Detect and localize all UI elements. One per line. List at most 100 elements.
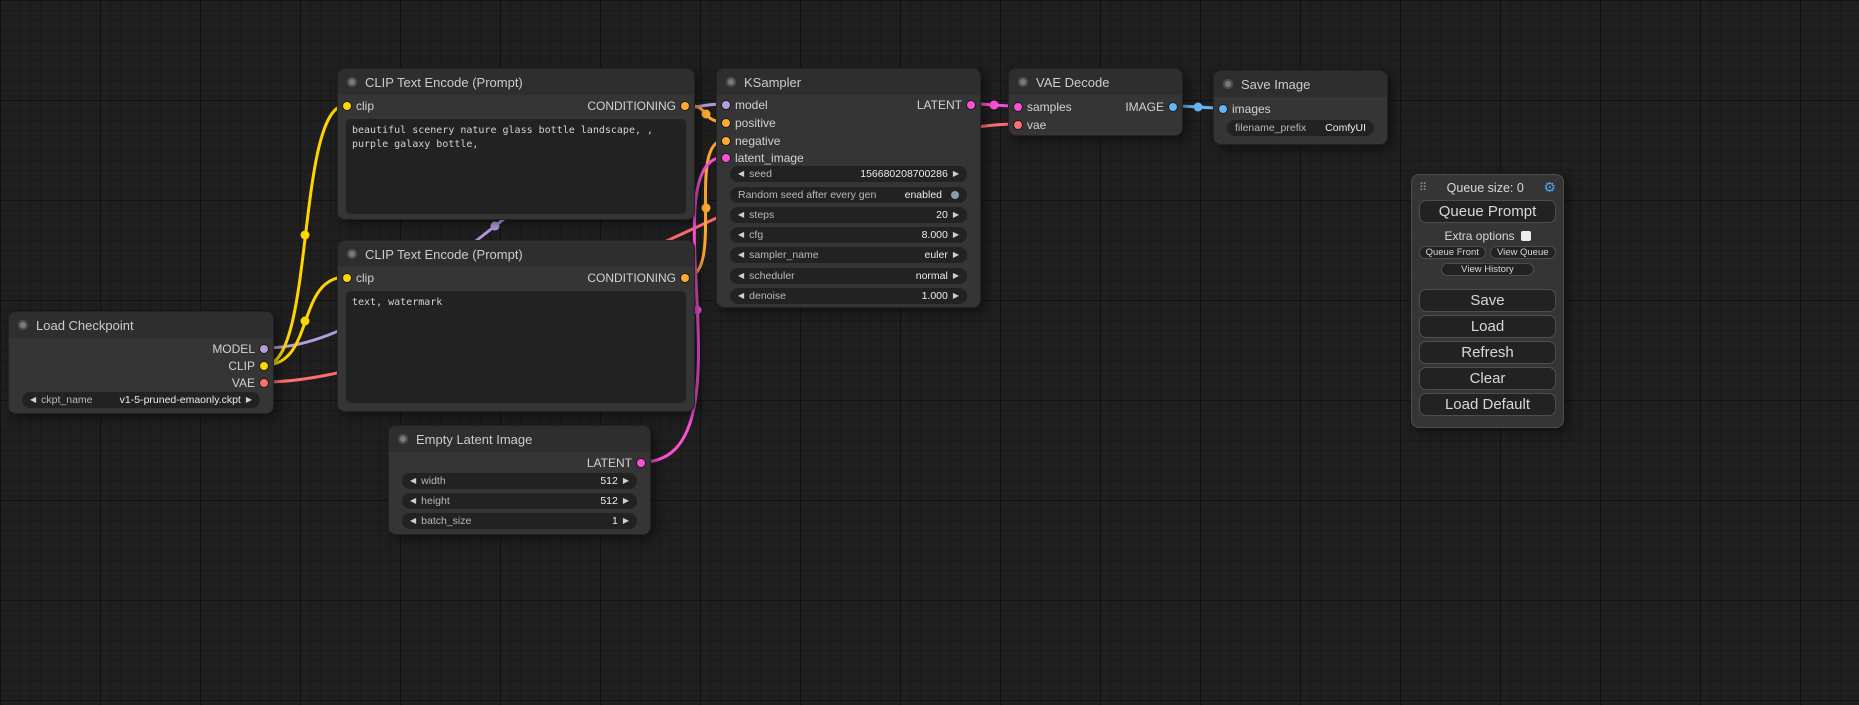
widget-denoise[interactable]: ◀ denoise 1.000 ▶ <box>730 288 967 304</box>
latent-output-dot[interactable] <box>967 101 975 109</box>
decrement-arrow-icon[interactable]: ◀ <box>738 231 744 239</box>
increment-arrow-icon[interactable]: ▶ <box>623 497 629 505</box>
output-slot-image: IMAGE <box>1125 99 1177 115</box>
input-slot-latent-image: latent_image <box>722 150 804 166</box>
increment-arrow-icon[interactable]: ▶ <box>623 477 629 485</box>
model-output-dot[interactable] <box>260 345 268 353</box>
node-vae-decode[interactable]: VAE Decode samples vae IMAGE <box>1008 68 1183 136</box>
latent-output-dot[interactable] <box>637 459 645 467</box>
node-ksampler[interactable]: KSampler model positive negative latent_… <box>716 68 981 308</box>
widget-filename-prefix[interactable]: filename_prefix ComfyUI <box>1227 120 1374 136</box>
collapse-dot-icon[interactable] <box>1223 79 1233 89</box>
clip-input-dot[interactable] <box>343 102 351 110</box>
node-title: CLIP Text Encode (Prompt) <box>365 75 523 90</box>
decrement-arrow-icon[interactable]: ◀ <box>30 396 36 404</box>
node-title-bar[interactable]: Load Checkpoint <box>9 312 273 338</box>
node-clip-text-encode-positive[interactable]: CLIP Text Encode (Prompt) clip CONDITION… <box>337 68 695 220</box>
decrement-arrow-icon[interactable]: ◀ <box>738 292 744 300</box>
collapse-dot-icon[interactable] <box>398 434 408 444</box>
image-output-dot[interactable] <box>1169 103 1177 111</box>
widget-steps[interactable]: ◀ steps 20 ▶ <box>730 207 967 223</box>
vae-input-dot[interactable] <box>1014 121 1022 129</box>
conditioning-output-dot[interactable] <box>681 274 689 282</box>
collapse-dot-icon[interactable] <box>347 249 357 259</box>
comfyui-canvas[interactable]: { "colors": { "model": "#B39DDB", "clip"… <box>0 0 1859 705</box>
widget-scheduler[interactable]: ◀ scheduler normal ▶ <box>730 268 967 284</box>
node-load-checkpoint[interactable]: Load Checkpoint MODEL CLIP VAE ◀ ckpt_na… <box>8 311 274 414</box>
node-title-bar[interactable]: VAE Decode <box>1009 69 1182 95</box>
node-title-bar[interactable]: CLIP Text Encode (Prompt) <box>338 241 694 267</box>
view-history-button[interactable]: View History <box>1441 263 1535 276</box>
widget-seed[interactable]: ◀ seed 156680208700286 ▶ <box>730 166 967 182</box>
vae-output-dot[interactable] <box>260 379 268 387</box>
decrement-arrow-icon[interactable]: ◀ <box>738 272 744 280</box>
slot-label: MODEL <box>212 342 255 356</box>
increment-arrow-icon[interactable]: ▶ <box>953 251 959 259</box>
output-slot-clip: CLIP <box>228 358 268 374</box>
input-slot-vae: vae <box>1014 117 1046 133</box>
clear-button[interactable]: Clear <box>1419 367 1556 390</box>
node-title-bar[interactable]: Empty Latent Image <box>389 426 650 452</box>
decrement-arrow-icon[interactable]: ◀ <box>410 477 416 485</box>
decrement-arrow-icon[interactable]: ◀ <box>738 251 744 259</box>
increment-arrow-icon[interactable]: ▶ <box>623 517 629 525</box>
extra-options-checkbox[interactable] <box>1521 231 1531 241</box>
queue-front-button[interactable]: Queue Front <box>1419 246 1486 259</box>
load-button[interactable]: Load <box>1419 315 1556 338</box>
samples-input-dot[interactable] <box>1014 103 1022 111</box>
node-title-bar[interactable]: Save Image <box>1214 71 1387 97</box>
increment-arrow-icon[interactable]: ▶ <box>953 292 959 300</box>
node-title-bar[interactable]: CLIP Text Encode (Prompt) <box>338 69 694 95</box>
decrement-arrow-icon[interactable]: ◀ <box>738 211 744 219</box>
node-save-image[interactable]: Save Image images filename_prefix ComfyU… <box>1213 70 1388 145</box>
widget-label: steps <box>749 209 774 221</box>
collapse-dot-icon[interactable] <box>726 77 736 87</box>
images-input-dot[interactable] <box>1219 105 1227 113</box>
widget-control-after-generate[interactable]: Random seed after every gen enabled <box>730 187 967 203</box>
decrement-arrow-icon[interactable]: ◀ <box>738 170 744 178</box>
increment-arrow-icon[interactable]: ▶ <box>953 272 959 280</box>
collapse-dot-icon[interactable] <box>18 320 28 330</box>
widget-ckpt-name[interactable]: ◀ ckpt_name v1-5-pruned-emaonly.ckpt ▶ <box>22 392 260 408</box>
increment-arrow-icon[interactable]: ▶ <box>953 211 959 219</box>
node-title-bar[interactable]: KSampler <box>717 69 980 95</box>
widget-batch-size[interactable]: ◀ batch_size 1 ▶ <box>402 513 637 529</box>
increment-arrow-icon[interactable]: ▶ <box>953 231 959 239</box>
collapse-dot-icon[interactable] <box>347 77 357 87</box>
widget-value: euler <box>924 249 947 261</box>
negative-prompt-textarea[interactable]: text, watermark <box>346 291 686 403</box>
decrement-arrow-icon[interactable]: ◀ <box>410 497 416 505</box>
decrement-arrow-icon[interactable]: ◀ <box>410 517 416 525</box>
increment-arrow-icon[interactable]: ▶ <box>246 396 252 404</box>
clip-output-dot[interactable] <box>260 362 268 370</box>
positive-prompt-textarea[interactable]: beautiful scenery nature glass bottle la… <box>346 119 686 214</box>
node-clip-text-encode-negative[interactable]: CLIP Text Encode (Prompt) clip CONDITION… <box>337 240 695 412</box>
node-title: Load Checkpoint <box>36 318 134 333</box>
link-midpoint-dot <box>702 110 711 119</box>
widget-sampler-name[interactable]: ◀ sampler_name euler ▶ <box>730 247 967 263</box>
conditioning-output-dot[interactable] <box>681 102 689 110</box>
drag-handle-icon[interactable]: ⠿ <box>1419 181 1427 194</box>
load-default-button[interactable]: Load Default <box>1419 393 1556 416</box>
queue-prompt-button[interactable]: Queue Prompt <box>1419 200 1556 223</box>
widget-label: batch_size <box>421 515 471 527</box>
positive-input-dot[interactable] <box>722 119 730 127</box>
latent-image-input-dot[interactable] <box>722 154 730 162</box>
refresh-button[interactable]: Refresh <box>1419 341 1556 364</box>
link-midpoint-dot <box>491 222 500 231</box>
view-queue-button[interactable]: View Queue <box>1490 246 1557 259</box>
collapse-dot-icon[interactable] <box>1018 77 1028 87</box>
widget-width[interactable]: ◀ width 512 ▶ <box>402 473 637 489</box>
widget-height[interactable]: ◀ height 512 ▶ <box>402 493 637 509</box>
node-empty-latent-image[interactable]: Empty Latent Image LATENT ◀ width 512 ▶ … <box>388 425 651 535</box>
model-input-dot[interactable] <box>722 101 730 109</box>
clip-input-dot[interactable] <box>343 274 351 282</box>
increment-arrow-icon[interactable]: ▶ <box>953 170 959 178</box>
negative-input-dot[interactable] <box>722 137 730 145</box>
save-button[interactable]: Save <box>1419 289 1556 312</box>
toggle-dot-icon[interactable] <box>951 191 959 199</box>
widget-label: cfg <box>749 229 763 241</box>
widget-cfg[interactable]: ◀ cfg 8.000 ▶ <box>730 227 967 243</box>
settings-gear-icon[interactable]: ⚙ <box>1543 179 1556 196</box>
widget-value: enabled <box>905 189 942 201</box>
